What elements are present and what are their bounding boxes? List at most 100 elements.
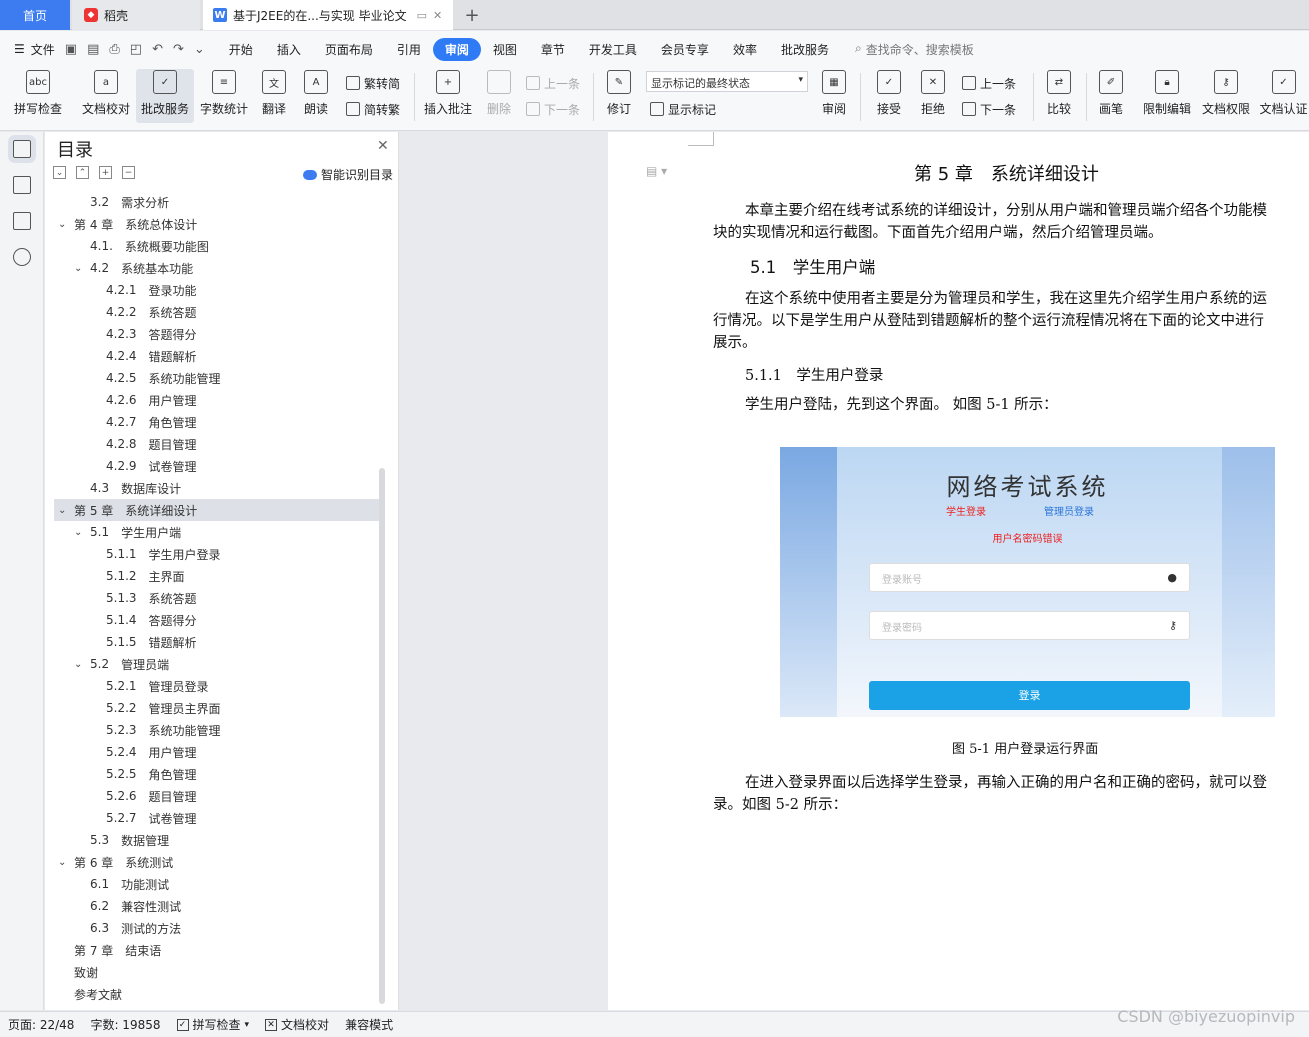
- tab-home[interactable]: 首页: [0, 0, 70, 30]
- tab-document[interactable]: W 基于J2EE的在...与实现 毕业论文 ▭ ✕: [203, 0, 453, 30]
- doc-permission-button[interactable]: ⚷ 文档权限: [1199, 69, 1253, 123]
- chevron-down-icon[interactable]: ⌄: [58, 219, 70, 230]
- doc-auth-button[interactable]: ✓ 文档认证: [1258, 69, 1309, 123]
- toc-item[interactable]: 5.1.1 学生用户登录: [54, 543, 379, 565]
- add-heading-icon[interactable]: +: [99, 166, 112, 179]
- menu-tab-3[interactable]: 引用: [385, 38, 433, 61]
- toc-item[interactable]: 4.2.5 系统功能管理: [54, 367, 379, 389]
- chevron-down-icon[interactable]: ⌄: [58, 505, 70, 516]
- chevron-down-icon[interactable]: ⌄: [74, 659, 86, 670]
- remove-heading-icon[interactable]: −: [122, 166, 135, 179]
- toc-item[interactable]: 5.1.2 主界面: [54, 565, 379, 587]
- search-icon[interactable]: [12, 248, 31, 266]
- bookmark-icon[interactable]: [12, 212, 31, 230]
- toc-item[interactable]: 参考文献: [54, 983, 379, 1005]
- chevron-down-icon[interactable]: ⌄: [74, 263, 86, 274]
- simp-to-trad-button[interactable]: 简转繁: [346, 99, 400, 119]
- tab-window-icon[interactable]: ▭: [417, 9, 427, 22]
- toc-item[interactable]: 5.3 数据管理: [54, 829, 379, 851]
- menu-tab-0[interactable]: 开始: [217, 38, 265, 61]
- delete-comment-button[interactable]: 删除: [480, 69, 518, 123]
- word-count-indicator[interactable]: 字数: 19858: [82, 1016, 168, 1033]
- document-page[interactable]: ▤ ▾ 第 5 章 系统详细设计 本章主要介绍在线考试系统的详细设计，分别从用户…: [608, 132, 1309, 1010]
- next-comment-button[interactable]: 下一条: [526, 99, 580, 119]
- track-changes-button[interactable]: ✎ 修订: [600, 69, 638, 123]
- tab-daoke[interactable]: ◆ 稻壳: [72, 0, 200, 30]
- prev-change-button[interactable]: 上一条: [962, 73, 1016, 93]
- toc-item[interactable]: ⌄ 5.2 管理员端: [54, 653, 379, 675]
- show-markup-button[interactable]: 显示标记: [650, 99, 716, 119]
- toc-item[interactable]: 5.1.5 错题解析: [54, 631, 379, 653]
- prev-comment-button[interactable]: 上一条: [526, 73, 580, 93]
- toc-item[interactable]: 4.2.9 试卷管理: [54, 455, 379, 477]
- doc-options-icon[interactable]: ▤ ▾: [646, 164, 667, 178]
- file-menu[interactable]: ☰ 文件: [0, 41, 65, 58]
- toc-item[interactable]: 4.2.1 登录功能: [54, 279, 379, 301]
- read-aloud-button[interactable]: A 朗读: [297, 69, 335, 123]
- doc-proof-button[interactable]: a 文档校对: [78, 69, 134, 123]
- command-search[interactable]: ⌕ 查找命令、搜索模板: [855, 41, 974, 58]
- menu-tab-6[interactable]: 章节: [529, 38, 577, 61]
- toc-item[interactable]: 6.3 测试的方法: [54, 917, 379, 939]
- menu-tab-7[interactable]: 开发工具: [577, 38, 649, 61]
- menu-tab-8[interactable]: 会员专享: [649, 38, 721, 61]
- toc-item[interactable]: 5.1.3 系统答题: [54, 587, 379, 609]
- toc-item[interactable]: ⌄ 第 6 章系统测试: [54, 851, 379, 873]
- toc-item[interactable]: 第 7 章结束语: [54, 939, 379, 961]
- next-change-button[interactable]: 下一条: [962, 99, 1016, 119]
- page-indicator[interactable]: 页面: 22/48: [0, 1016, 82, 1033]
- customize-chevron-icon[interactable]: ⌄: [194, 42, 205, 57]
- close-icon[interactable]: ✕: [377, 138, 389, 154]
- menu-tab-9[interactable]: 效率: [721, 38, 769, 61]
- toc-item[interactable]: 4.2.6 用户管理: [54, 389, 379, 411]
- toc-item[interactable]: 4.3 数据库设计: [54, 477, 379, 499]
- menu-tab-1[interactable]: 插入: [265, 38, 313, 61]
- toc-item[interactable]: 5.2.1 管理员登录: [54, 675, 379, 697]
- trad-to-simp-button[interactable]: 繁转简: [346, 73, 400, 93]
- smart-toc-button[interactable]: 智能识别目录: [303, 166, 393, 183]
- toc-item[interactable]: 3.2 需求分析: [54, 191, 379, 213]
- word-count-button[interactable]: ≡ 字数统计: [197, 69, 251, 123]
- toc-item[interactable]: 5.2.6 题目管理: [54, 785, 379, 807]
- menu-tab-10[interactable]: 批改服务: [769, 38, 841, 61]
- expand-up-icon[interactable]: ⌃: [76, 166, 89, 179]
- toc-item[interactable]: 4.1. 系统概要功能图: [54, 235, 379, 257]
- toc-item[interactable]: ⌄ 4.2 系统基本功能: [54, 257, 379, 279]
- toc-item[interactable]: 5.2.3 系统功能管理: [54, 719, 379, 741]
- review-service-button[interactable]: ✓ 批改服务: [136, 69, 194, 123]
- toc-item[interactable]: ⌄ 第 4 章系统总体设计: [54, 213, 379, 235]
- print-icon[interactable]: ⎙: [109, 42, 119, 57]
- chevron-down-icon[interactable]: ⌄: [74, 527, 86, 538]
- undo-icon[interactable]: ↶: [152, 42, 163, 57]
- review-pane-button[interactable]: ▦ 审阅: [815, 69, 853, 123]
- menu-tab-5[interactable]: 视图: [481, 38, 529, 61]
- toc-item[interactable]: ⌄ 第 5 章系统详细设计: [54, 499, 379, 521]
- translate-button[interactable]: 文翻译: [255, 69, 293, 123]
- toc-item[interactable]: 5.1.4 答题得分: [54, 609, 379, 631]
- login-screenshot-figure[interactable]: 网络考试系统 学生登录 管理员登录 用户名密码错误 登录账号 ● 登录密码 ⚷ 登录: [780, 447, 1275, 717]
- spell-check-button[interactable]: abc 拼写检查: [10, 69, 66, 123]
- toc-item[interactable]: 4.2.3 答题得分: [54, 323, 379, 345]
- toc-item[interactable]: ⌄ 5.1 学生用户端: [54, 521, 379, 543]
- toc-item[interactable]: 6.1 功能测试: [54, 873, 379, 895]
- tab-close-icon[interactable]: ✕: [433, 9, 442, 22]
- chevron-down-icon[interactable]: ⌄: [58, 857, 70, 868]
- compare-button[interactable]: ⇄ 比较: [1040, 69, 1078, 123]
- restrict-edit-button[interactable]: 🔒︎ 限制编辑: [1140, 69, 1194, 123]
- accept-button[interactable]: ✓ 接受: [870, 69, 908, 123]
- pen-button[interactable]: ✐ 画笔: [1094, 69, 1128, 123]
- toc-item[interactable]: 致谢: [54, 961, 379, 983]
- insert-comment-button[interactable]: + 插入批注: [422, 69, 474, 123]
- reject-button[interactable]: ✕ 拒绝: [914, 69, 952, 123]
- markup-state-select[interactable]: 显示标记的最终状态 ▾: [646, 71, 808, 92]
- export-pdf-icon[interactable]: ▤: [87, 42, 99, 57]
- save-icon[interactable]: ▣: [65, 42, 77, 57]
- toc-item[interactable]: 4.2.2 系统答题: [54, 301, 379, 323]
- toc-scrollbar[interactable]: [379, 468, 385, 1004]
- chapter-nav-icon[interactable]: [12, 176, 31, 194]
- menu-tab-2[interactable]: 页面布局: [313, 38, 385, 61]
- toc-nav-icon[interactable]: [7, 135, 36, 163]
- toc-item[interactable]: 5.2.7 试卷管理: [54, 807, 379, 829]
- collapse-all-icon[interactable]: ⌄: [53, 166, 66, 179]
- toc-item[interactable]: 4.2.7 角色管理: [54, 411, 379, 433]
